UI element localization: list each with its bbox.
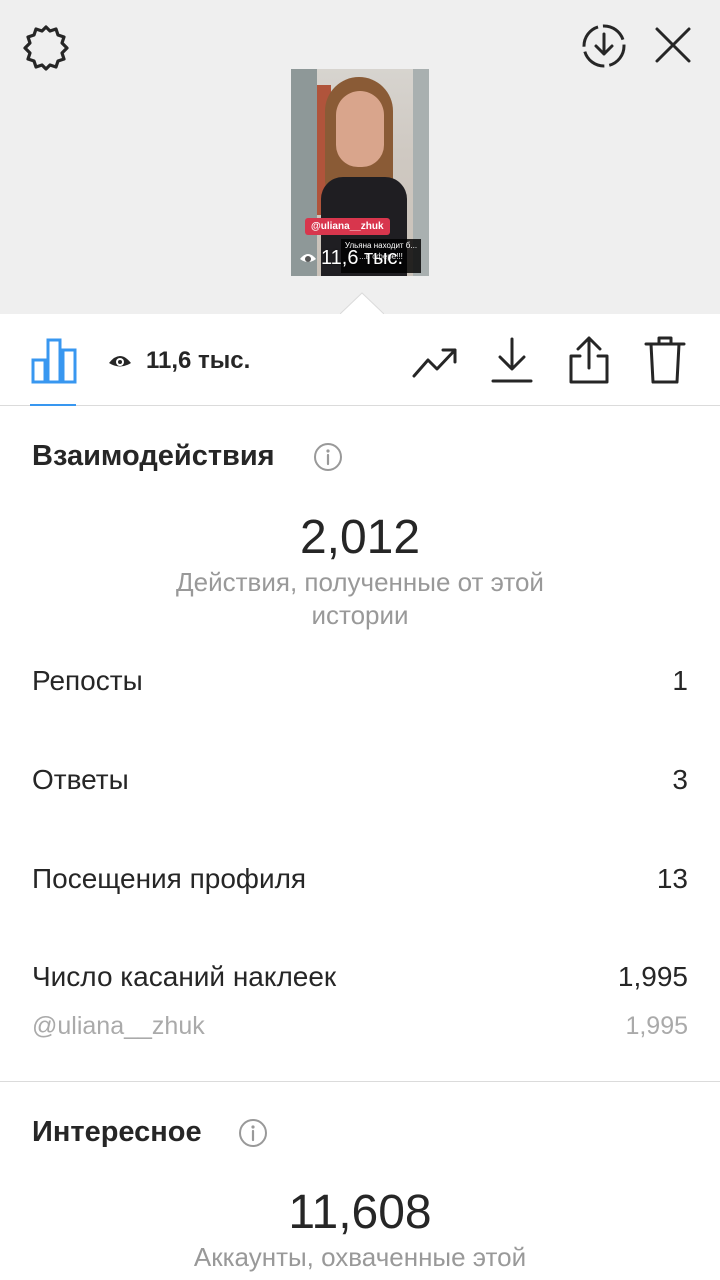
discovery-total: 11,608: [288, 1186, 432, 1239]
metric-value-sticker-taps: 1,995: [617, 961, 688, 992]
bar-chart-icon[interactable]: [30, 336, 78, 384]
views-count: 11,6 тыс.: [146, 347, 251, 374]
sticker-mention-label: @uliana__zhuk: [32, 1012, 205, 1040]
trash-icon[interactable]: [642, 334, 688, 386]
metric-label-profile-visits: Посещения профиля: [32, 863, 307, 894]
download-icon[interactable]: [490, 336, 534, 384]
metric-value-replies: 3: [672, 764, 688, 795]
interactions-title: Взаимодействия: [32, 440, 275, 472]
download-circle-icon[interactable]: [580, 22, 628, 70]
settings-gear-icon[interactable]: [20, 22, 72, 74]
metric-value-profile-visits: 13: [656, 863, 688, 894]
metric-label-sticker-taps: Число касаний наклеек: [32, 961, 337, 992]
active-tab-underline: [30, 404, 76, 406]
discovery-title: Интересное: [32, 1116, 202, 1148]
story-thumbnail[interactable]: @uliana__zhuk Ульяна находит б... ...в с…: [291, 69, 429, 276]
close-icon[interactable]: [652, 24, 694, 66]
discovery-total-caption: Аккаунты, охваченные этой: [193, 1242, 527, 1272]
story-toolbar: 11,6 тыс.: [0, 314, 720, 406]
interactions-total-caption: Действия, полученные от этой истории: [176, 567, 544, 630]
trend-up-icon[interactable]: [411, 342, 459, 382]
section-divider: [0, 1081, 720, 1082]
info-icon[interactable]: [313, 442, 343, 472]
thumbnail-mention-tag: @uliana__zhuk: [305, 218, 390, 235]
thumbnail-side-left: [291, 69, 317, 276]
thumbnail-views: 11,6 тыс.: [299, 247, 403, 269]
info-icon[interactable]: [238, 1118, 268, 1148]
eye-icon: [109, 356, 131, 367]
share-icon[interactable]: [566, 334, 612, 386]
thumbnail-views-label: 11,6 тыс.: [321, 247, 404, 269]
metric-label-reposts: Репосты: [32, 665, 143, 696]
thumbnail-pointer: [340, 292, 384, 316]
thumbnail-face: [336, 91, 384, 167]
thumbnail-eye-icon: [300, 254, 316, 262]
sticker-mention-value: 1,995: [625, 1012, 688, 1040]
interactions-total: 2,012: [299, 511, 421, 564]
metric-value-reposts: 1: [672, 665, 688, 696]
story-preview-area: @uliana__zhuk Ульяна находит б... ...в с…: [0, 0, 720, 314]
metric-label-replies: Ответы: [32, 764, 129, 795]
